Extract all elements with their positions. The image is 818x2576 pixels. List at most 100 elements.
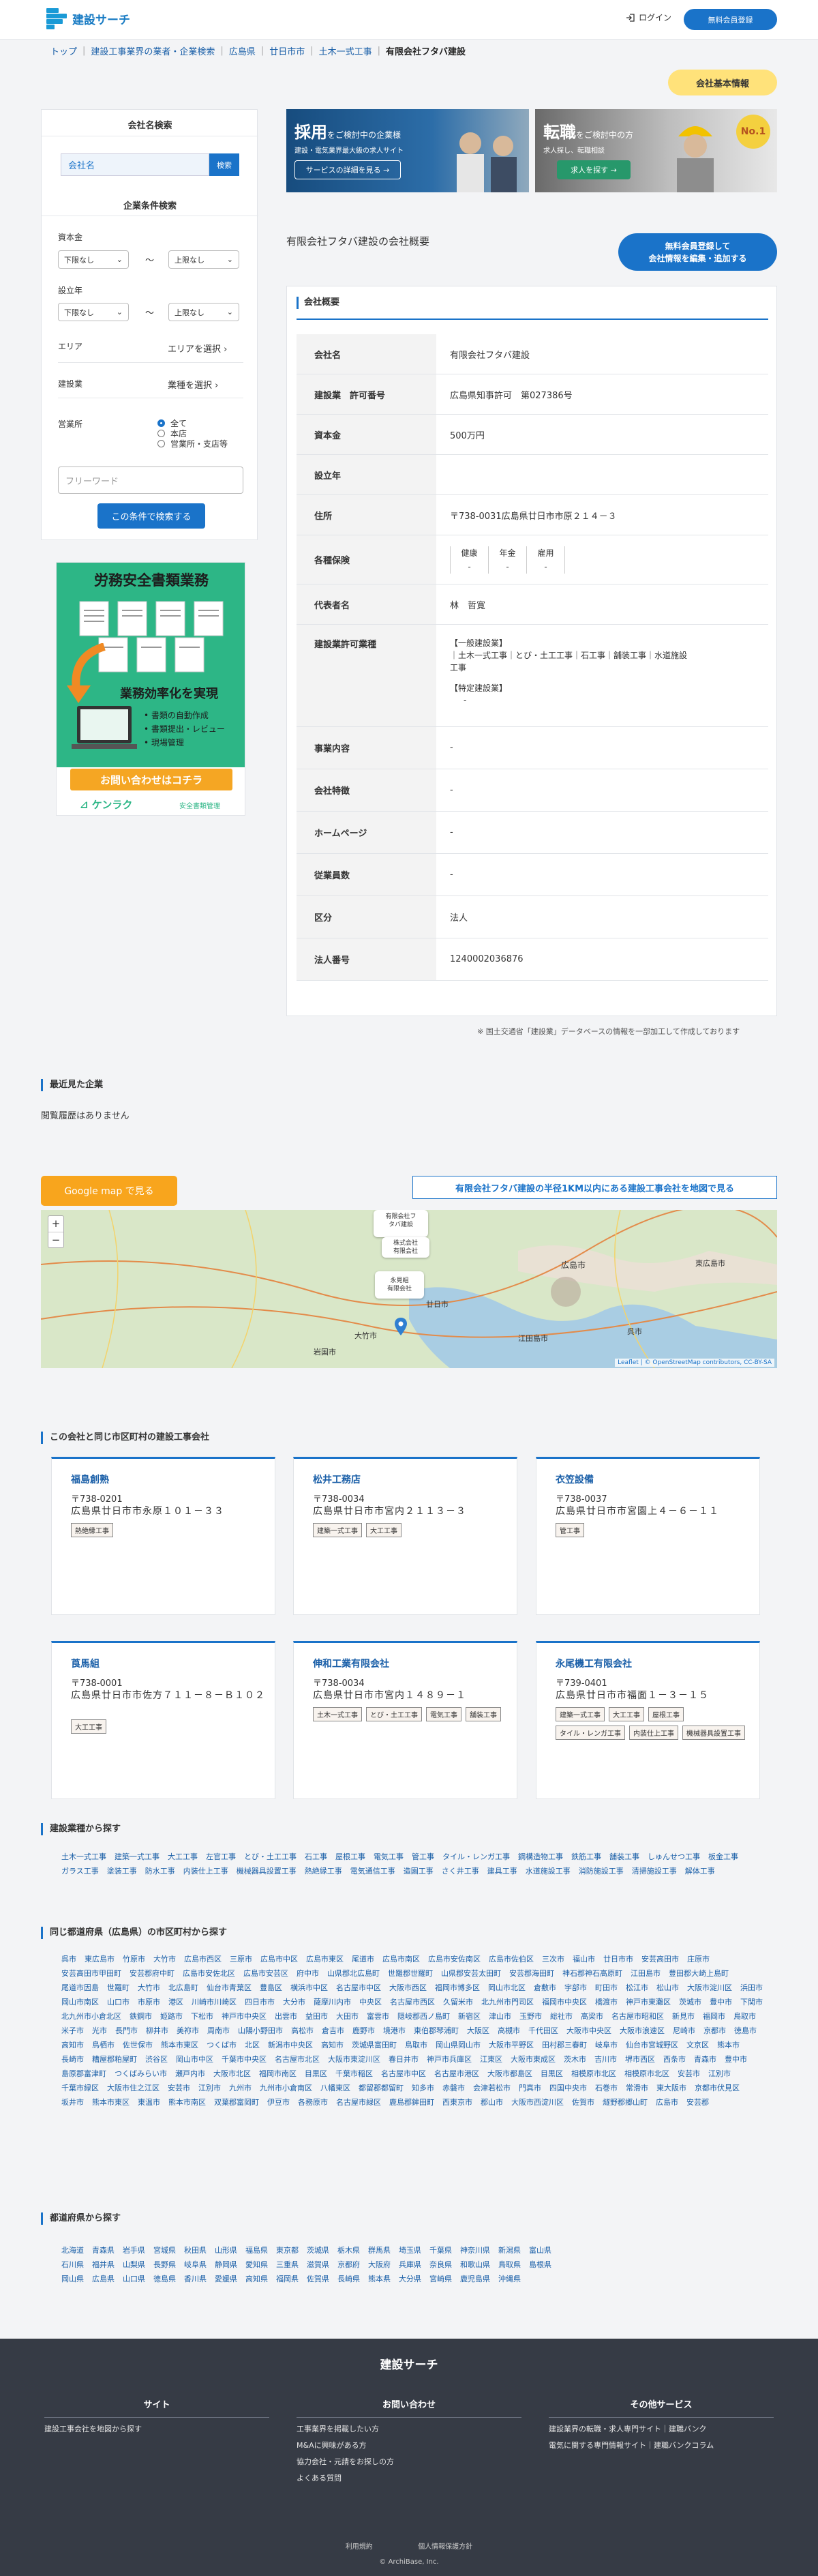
- city-link[interactable]: 浜田市: [740, 1981, 763, 1995]
- breadcrumb-type[interactable]: 土木一式工事: [319, 44, 372, 57]
- city-link[interactable]: 鉄鋼市: [130, 2009, 152, 2024]
- pref-link[interactable]: 埼玉県: [399, 2243, 421, 2257]
- pref-link[interactable]: 愛知県: [245, 2257, 268, 2272]
- established-max-select[interactable]: 上限なし ⌄: [168, 303, 239, 321]
- city-link[interactable]: つくばみらい市: [115, 2067, 167, 2081]
- city-link[interactable]: 茨城市: [679, 1995, 701, 2009]
- free-word-input[interactable]: フリーワード: [58, 467, 243, 494]
- city-link[interactable]: 九州市小倉南区: [260, 2081, 312, 2095]
- pref-link[interactable]: 群馬県: [368, 2243, 391, 2257]
- city-link[interactable]: 安芸市: [678, 2067, 700, 2081]
- city-link[interactable]: 福岡市: [703, 2009, 725, 2024]
- city-link[interactable]: 広島市東区: [306, 1952, 344, 1966]
- city-link[interactable]: 周南市: [207, 2024, 230, 2038]
- city-link[interactable]: 港区: [168, 1995, 183, 2009]
- city-link[interactable]: 四国中央市: [549, 2081, 587, 2095]
- city-link[interactable]: 広島市佐伯区: [489, 1952, 534, 1966]
- condition-search-button[interactable]: この条件で検索する: [97, 503, 205, 529]
- nearby-card[interactable]: 衣笠設備 〒738-0037 広島県廿日市市宮園上４－６－１１ 管工事: [536, 1457, 760, 1615]
- city-link[interactable]: 茨木市: [564, 2052, 586, 2067]
- type-link[interactable]: 水道施設工事: [526, 1864, 571, 1878]
- type-link[interactable]: 管工事: [412, 1850, 434, 1864]
- city-link[interactable]: 岐阜市: [595, 2038, 618, 2052]
- job-search-button[interactable]: 求人を探す →: [557, 160, 631, 179]
- city-link[interactable]: 江別市: [198, 2081, 221, 2095]
- type-link[interactable]: 土木一式工事: [61, 1850, 106, 1864]
- pref-link[interactable]: 静岡県: [215, 2257, 237, 2272]
- pref-link[interactable]: 鳥取県: [498, 2257, 521, 2272]
- city-link[interactable]: 大阪市東淀川区: [328, 2052, 380, 2067]
- area-select-link[interactable]: エリアを選択 ›: [168, 342, 227, 355]
- nearby-card[interactable]: 伸和工業有限会社 〒738-0034 広島県廿日市市宮内１４８９－１ 土木一式工事と…: [293, 1641, 517, 1799]
- type-link[interactable]: 舗装工事: [609, 1850, 639, 1864]
- city-link[interactable]: 福岡市博多区: [435, 1981, 480, 1995]
- google-map-button[interactable]: Google map で見る: [41, 1176, 177, 1206]
- city-link[interactable]: 岡山市北区: [488, 1981, 526, 1995]
- city-link[interactable]: 神戸市中央区: [222, 2009, 267, 2024]
- city-link[interactable]: 郡山市: [481, 2095, 503, 2109]
- city-link[interactable]: 東伯郡琴浦町: [414, 2024, 459, 2038]
- city-link[interactable]: 東大阪市: [656, 2081, 686, 2095]
- city-link[interactable]: 大阪市浪速区: [620, 2024, 665, 2038]
- pref-link[interactable]: 京都府: [337, 2257, 360, 2272]
- city-link[interactable]: 大田市: [336, 2009, 359, 2024]
- city-link[interactable]: 大阪市北区: [213, 2067, 251, 2081]
- kenraku-cta[interactable]: お問い合わせはコチラ: [70, 769, 232, 790]
- city-link[interactable]: 長門市: [115, 2024, 138, 2038]
- type-link[interactable]: 消防施設工事: [579, 1864, 624, 1878]
- terms-link[interactable]: 利用規約: [346, 2543, 373, 2551]
- established-min-select[interactable]: 下限なし ⌄: [58, 303, 129, 321]
- map-popup-futaba[interactable]: 有限会社フ タバ建設: [374, 1210, 428, 1237]
- city-link[interactable]: 岡山市南区: [61, 1995, 99, 2009]
- city-link[interactable]: 京都市: [703, 2024, 726, 2038]
- city-link[interactable]: 千代田区: [528, 2024, 558, 2038]
- type-link[interactable]: 建具工事: [487, 1864, 517, 1878]
- pref-link[interactable]: 宮崎県: [429, 2272, 452, 2286]
- city-link[interactable]: 豊中市: [710, 1995, 732, 2009]
- pref-link[interactable]: 長野県: [153, 2257, 176, 2272]
- pref-link[interactable]: 島根県: [529, 2257, 551, 2272]
- city-link[interactable]: 尼崎市: [673, 2024, 695, 2038]
- city-link[interactable]: 門真市: [519, 2081, 541, 2095]
- city-link[interactable]: 安芸高田市甲田町: [61, 1966, 121, 1981]
- city-link[interactable]: 広島市安佐南区: [428, 1952, 481, 1966]
- city-link[interactable]: 下関市: [740, 1995, 763, 2009]
- city-link[interactable]: 鹿島郡鉾田町: [389, 2095, 434, 2109]
- city-link[interactable]: 大阪市平野区: [489, 2038, 534, 2052]
- type-link[interactable]: 防水工事: [145, 1864, 175, 1878]
- pref-link[interactable]: 兵庫県: [399, 2257, 421, 2272]
- city-link[interactable]: 目黒区: [305, 2067, 327, 2081]
- city-link[interactable]: 長崎市: [61, 2052, 84, 2067]
- city-link[interactable]: 広島市西区: [184, 1952, 222, 1966]
- city-link[interactable]: 川崎市川崎区: [192, 1995, 237, 2009]
- city-link[interactable]: 都留郡都留町: [359, 2081, 404, 2095]
- map-marker-icon[interactable]: [395, 1318, 407, 1335]
- biz-select-link[interactable]: 業種を選択 ›: [168, 378, 218, 391]
- nearby-card[interactable]: 松井工務店 〒738-0034 広島県廿日市市宮内２１１３－３ 建築一式工事 大工工事: [293, 1457, 517, 1615]
- type-link[interactable]: 鉄筋工事: [571, 1850, 601, 1864]
- city-link[interactable]: 北九州市門司区: [481, 1995, 534, 2009]
- city-link[interactable]: 相模原市北区: [624, 2067, 669, 2081]
- pref-link[interactable]: 大阪府: [368, 2257, 391, 2272]
- city-link[interactable]: 山口市: [107, 1995, 130, 2009]
- pref-link[interactable]: 佐賀県: [307, 2272, 329, 2286]
- city-link[interactable]: 尾道市: [352, 1952, 374, 1966]
- breadcrumb-pref[interactable]: 広島県: [229, 44, 256, 57]
- company-name-input[interactable]: 会社名: [61, 153, 209, 176]
- city-link[interactable]: 姫路市: [160, 2009, 183, 2024]
- pref-link[interactable]: 山口県: [123, 2272, 145, 2286]
- city-link[interactable]: 下松市: [191, 2009, 213, 2024]
- city-link[interactable]: 石巻市: [595, 2081, 618, 2095]
- city-link[interactable]: 松山市: [656, 1981, 679, 1995]
- city-link[interactable]: 徳島市: [734, 2024, 757, 2038]
- type-link[interactable]: 左官工事: [206, 1850, 236, 1864]
- footer-link[interactable]: 協力会社・元請をお探しの方: [297, 2456, 521, 2467]
- privacy-link[interactable]: 個人情報保護方針: [418, 2543, 472, 2551]
- city-link[interactable]: 鳥取市: [733, 2009, 756, 2024]
- pref-link[interactable]: 北海道: [61, 2243, 84, 2257]
- city-link[interactable]: 神戸市東灘区: [626, 1995, 671, 2009]
- type-link[interactable]: 屋根工事: [335, 1850, 365, 1864]
- recruit-banner[interactable]: 採用をご検討中の企業様 建設・電気業界最大級の求人サイト サービスの詳細を見る …: [286, 109, 529, 192]
- city-link[interactable]: 名古屋市西区: [390, 1995, 435, 2009]
- nearby-card[interactable]: 永尾機工有限会社 〒739-0401 広島県廿日市市福面１－３－１５ 建築一式工事大…: [536, 1641, 760, 1799]
